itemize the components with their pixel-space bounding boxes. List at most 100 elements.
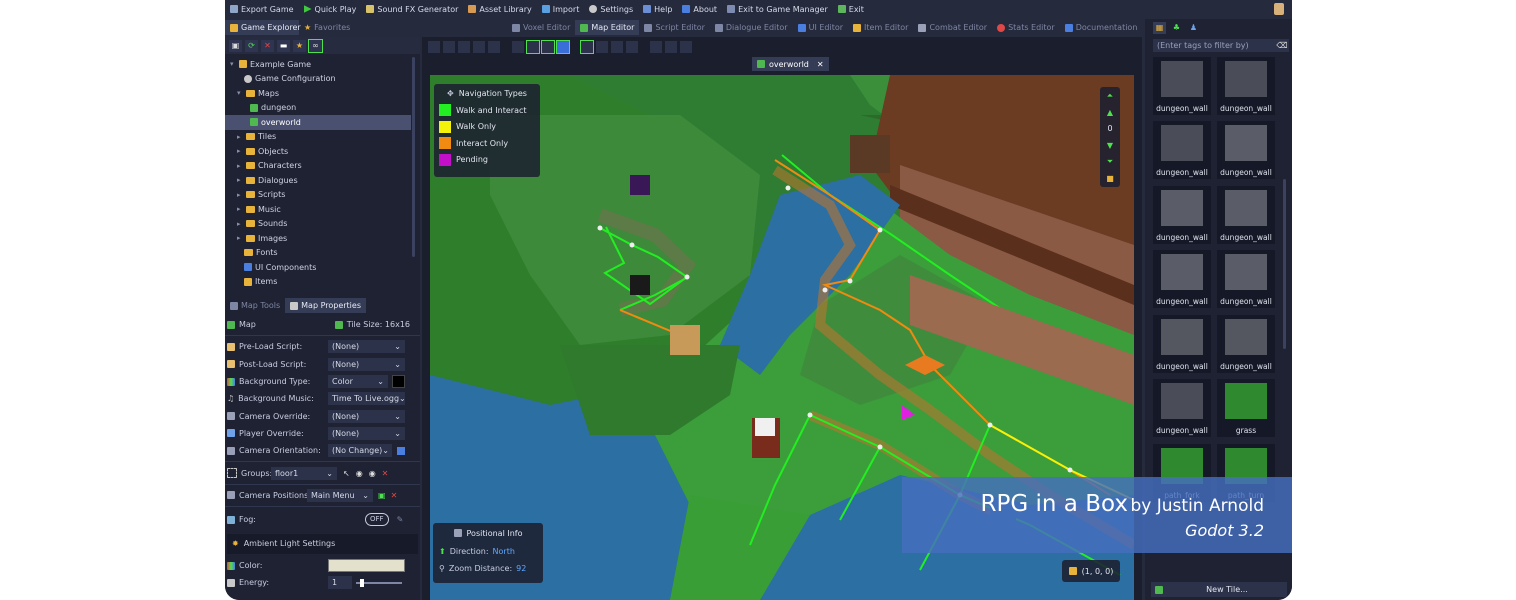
characters-tab-icon[interactable]: ♟ xyxy=(1187,22,1200,34)
undo-icon[interactable] xyxy=(473,40,485,53)
refresh-icon[interactable]: ⟳ xyxy=(245,39,258,52)
tool-icon[interactable] xyxy=(428,40,440,53)
tile-item[interactable]: dungeon_wall xyxy=(1153,250,1211,308)
select-icon[interactable]: ↖ xyxy=(343,469,350,478)
tab-voxel-editor[interactable]: Voxel Editor xyxy=(507,20,575,35)
hide-icon[interactable]: ◉ xyxy=(356,469,363,478)
tree-map-dungeon[interactable]: dungeon xyxy=(225,101,411,116)
groups-select[interactable]: floor1 ⌄ xyxy=(271,466,337,480)
avatar-icon[interactable] xyxy=(1274,3,1284,15)
camera-override-select[interactable]: (None) ⌄ xyxy=(328,409,405,423)
legend-walk-only[interactable]: Walk Only xyxy=(434,119,540,136)
layer-bottom-icon[interactable]: ⏷ xyxy=(1107,157,1113,167)
post-load-script-select[interactable]: (None) ⌄ xyxy=(328,357,405,371)
menu-import[interactable]: Import xyxy=(537,0,585,18)
edit-icon[interactable]: ✎ xyxy=(397,515,404,524)
tree-folder-images[interactable]: ▸ Images xyxy=(225,231,411,246)
tiles-tab-icon[interactable]: ▦ xyxy=(1153,21,1166,34)
layer-top-icon[interactable]: ⏶ xyxy=(1107,91,1113,101)
ambient-color-swatch[interactable] xyxy=(328,559,405,573)
new-icon[interactable]: ▣ xyxy=(229,39,242,52)
flag-icon[interactable] xyxy=(556,39,570,54)
tile-item[interactable]: dungeon_wall xyxy=(1153,57,1211,115)
link-icon[interactable]: ∞ xyxy=(308,38,323,53)
tab-map-tools[interactable]: Map Tools xyxy=(225,298,285,313)
tile-item[interactable]: dungeon_wall xyxy=(1153,121,1211,179)
legend-walk-and-interact[interactable]: Walk and Interact xyxy=(434,102,540,119)
tree-folder-sounds[interactable]: ▸ Sounds xyxy=(225,217,411,232)
move-icon[interactable] xyxy=(526,39,540,54)
menu-quick-play[interactable]: Quick Play xyxy=(299,0,362,18)
camera-orientation-select[interactable]: (No Change) ⌄ xyxy=(328,444,392,458)
background-music-select[interactable]: Time To Live.ogg ⌄ xyxy=(328,392,406,406)
tile-item[interactable]: dungeon_wall xyxy=(1217,315,1275,373)
tree-folder-scripts[interactable]: ▸ Scripts xyxy=(225,188,411,203)
select-box-icon[interactable] xyxy=(512,40,524,53)
copy-icon[interactable] xyxy=(458,40,470,53)
tag-filter-input[interactable]: (Enter tags to filter by) xyxy=(1153,39,1275,52)
legend-interact-only[interactable]: Interact Only xyxy=(434,135,540,152)
menu-help[interactable]: Help xyxy=(638,0,677,18)
ambient-light-header[interactable]: ✸ Ambient Light Settings xyxy=(227,533,418,554)
tab-dialogue-editor[interactable]: Dialogue Editor xyxy=(710,20,793,35)
tree-map-overworld[interactable]: overworld xyxy=(225,115,411,130)
energy-input[interactable]: 1 xyxy=(328,576,352,590)
close-icon[interactable]: ✕ xyxy=(817,60,824,69)
fog-toggle[interactable]: OFF xyxy=(365,513,389,527)
background-color-swatch[interactable] xyxy=(392,375,405,389)
gear-icon[interactable] xyxy=(665,40,677,53)
tile-item[interactable]: dungeon_wall xyxy=(1153,379,1211,437)
lock-icon[interactable]: ■ xyxy=(1106,174,1114,183)
tile-item[interactable]: dungeon_wall xyxy=(1217,186,1275,244)
menu-asset-library[interactable]: Asset Library xyxy=(463,0,536,18)
new-tile-button[interactable]: New Tile... xyxy=(1151,582,1287,597)
tile-item[interactable]: dungeon_wall xyxy=(1153,315,1211,373)
menu-exit-to-manager[interactable]: Exit to Game Manager xyxy=(722,0,833,18)
tab-stats-editor[interactable]: Stats Editor xyxy=(992,20,1060,35)
menu-exit[interactable]: Exit xyxy=(833,0,869,18)
collapse-icon[interactable]: ▬ xyxy=(277,39,290,52)
tree-root[interactable]: ▾ Example Game xyxy=(225,57,411,72)
center-icon[interactable] xyxy=(541,39,555,54)
snap-icon[interactable] xyxy=(680,40,692,53)
menu-sound-fx[interactable]: Sound FX Generator xyxy=(361,0,463,18)
energy-slider[interactable] xyxy=(356,578,402,587)
tree-maps-folder[interactable]: ▾ Maps xyxy=(225,86,411,101)
tab-combat-editor[interactable]: Combat Editor xyxy=(913,20,992,35)
delete-icon[interactable]: ✕ xyxy=(391,491,398,500)
menu-export-game[interactable]: Export Game xyxy=(225,0,299,18)
favorite-icon[interactable]: ★ xyxy=(293,39,306,52)
tile-item[interactable]: dungeon_wall xyxy=(1217,121,1275,179)
tab-documentation[interactable]: Documentation xyxy=(1060,20,1143,35)
tree-folder-fonts[interactable]: Fonts xyxy=(225,246,411,261)
clear-filter-icon[interactable]: ⌫ xyxy=(1275,39,1289,52)
menu-about[interactable]: About xyxy=(677,0,722,18)
objects-tab-icon[interactable]: ♣ xyxy=(1170,22,1183,34)
add-camera-icon[interactable]: ▣ xyxy=(378,491,386,500)
menu-settings[interactable]: Settings xyxy=(584,0,638,18)
tree-folder-dialogues[interactable]: ▸ Dialogues xyxy=(225,173,411,188)
delete-icon[interactable]: ✕ xyxy=(382,469,389,478)
tile-item[interactable]: dungeon_wall xyxy=(1153,186,1211,244)
map-document-tab[interactable]: overworld ✕ xyxy=(752,57,829,71)
tab-favorites[interactable]: ★ Favorites xyxy=(299,20,367,35)
tree-folder-music[interactable]: ▸ Music xyxy=(225,202,411,217)
pre-load-script-select[interactable]: (None) ⌄ xyxy=(328,340,405,354)
info-icon[interactable] xyxy=(397,446,405,455)
tab-item-editor[interactable]: Item Editor xyxy=(848,20,913,35)
tree-folder-objects[interactable]: ▸ Objects xyxy=(225,144,411,159)
grid-icon[interactable] xyxy=(580,39,594,54)
tab-map-editor[interactable]: Map Editor xyxy=(575,20,640,35)
tile-item[interactable]: dungeon_wall xyxy=(1217,250,1275,308)
layer-up-icon[interactable]: ▲ xyxy=(1107,108,1113,117)
layer-icon[interactable] xyxy=(611,40,623,53)
tree-items[interactable]: Items xyxy=(225,275,411,290)
tab-map-properties[interactable]: Map Properties xyxy=(285,298,366,313)
camera-positions-select[interactable]: Main Menu ⌄ xyxy=(307,488,373,502)
tree-ui-components[interactable]: UI Components xyxy=(225,260,411,275)
tree-folder-characters[interactable]: ▸ Characters xyxy=(225,159,411,174)
redo-icon[interactable] xyxy=(488,40,500,53)
tile-item[interactable]: dungeon_wall xyxy=(1217,57,1275,115)
tiles-icon[interactable] xyxy=(650,40,662,53)
tab-ui-editor[interactable]: UI Editor xyxy=(793,20,848,35)
